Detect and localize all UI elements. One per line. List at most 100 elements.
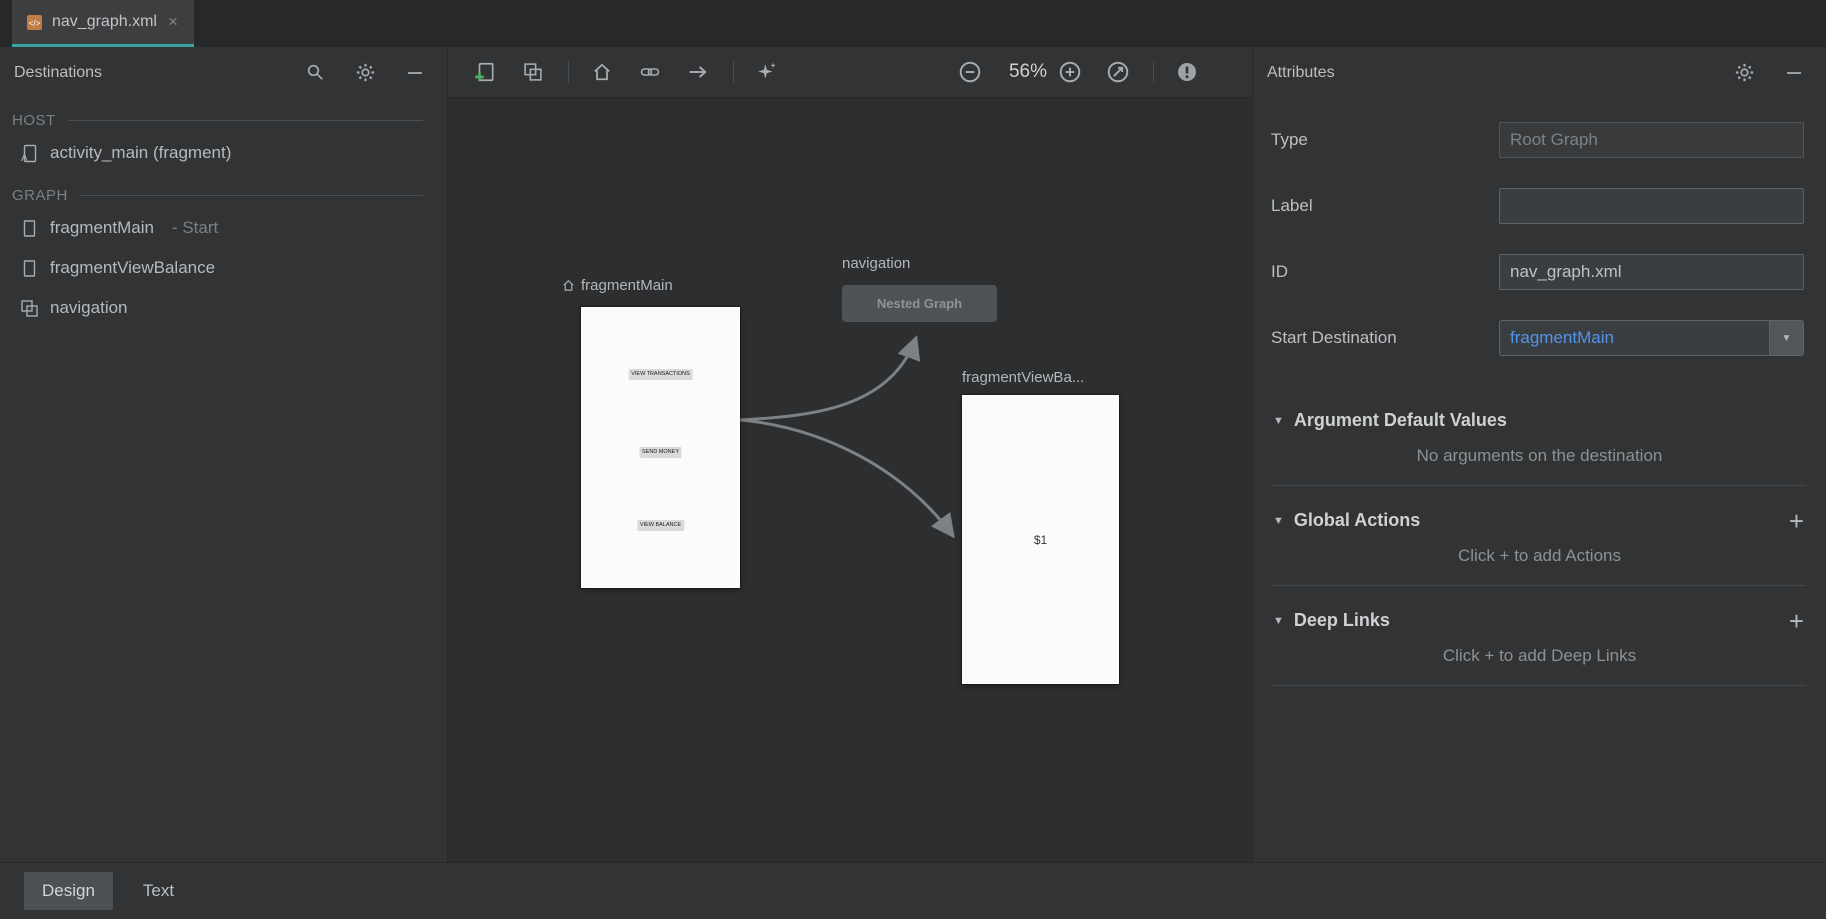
zoom-in-button[interactable] <box>1057 59 1083 85</box>
preview-button: SEND MONEY <box>639 447 682 458</box>
tree-item-activity-main[interactable]: A activity_main (fragment) <box>0 133 447 173</box>
divider <box>1273 485 1806 486</box>
attr-row-label: Label <box>1271 188 1804 224</box>
action-to-nested-graph <box>741 338 916 420</box>
collapse-icon[interactable]: ▼ <box>1273 615 1284 627</box>
attributes-settings-button[interactable] <box>1734 63 1754 83</box>
host-section-label: HOST <box>0 112 447 129</box>
action-to-fragment-view-balance <box>741 420 953 536</box>
node-fragment-main[interactable]: VIEW TRANSACTIONS SEND MONEY VIEW BALANC… <box>581 307 740 588</box>
activity-icon: A <box>20 144 39 163</box>
assign-start-button[interactable] <box>589 59 615 85</box>
start-destination-dropdown[interactable]: fragmentMain ▼ <box>1499 320 1804 356</box>
minimize-icon <box>1785 64 1803 82</box>
new-destination-icon <box>474 61 496 83</box>
deep-link-button[interactable] <box>637 59 663 85</box>
preview-button: VIEW TRANSACTIONS <box>628 369 693 380</box>
svg-text:</>: </> <box>29 19 41 28</box>
collapse-icon[interactable]: ▼ <box>1273 415 1284 427</box>
action-arrows[interactable] <box>448 98 1251 862</box>
preview-text: $1 <box>1034 533 1047 547</box>
global-actions-hint: Click + to add Actions <box>1253 546 1826 566</box>
svg-text:A: A <box>21 153 28 163</box>
node-label-fragment-main[interactable]: fragmentMain <box>562 277 673 294</box>
warnings-button[interactable] <box>1174 59 1200 85</box>
tree-item-navigation[interactable]: navigation <box>0 288 447 328</box>
node-fragment-view-balance[interactable]: $1 <box>962 395 1119 684</box>
destinations-header: Destinations <box>0 47 447 98</box>
start-suffix: - Start <box>172 218 218 238</box>
toolbar-divider <box>733 61 734 83</box>
id-field[interactable] <box>1499 254 1804 290</box>
nav-graph-canvas[interactable]: fragmentMain VIEW TRANSACTIONS SEND MONE… <box>448 98 1252 862</box>
home-icon <box>562 279 575 292</box>
node-label-fragment-view-balance[interactable]: fragmentViewBa... <box>962 369 1084 386</box>
search-button[interactable] <box>305 63 325 83</box>
editor-mode-bar: Design Text <box>0 862 1826 919</box>
type-field <box>1499 122 1804 158</box>
close-icon[interactable]: × <box>166 12 180 32</box>
tree-item-label: fragmentViewBalance <box>50 258 215 278</box>
zoom-in-icon <box>1058 60 1082 84</box>
nested-graph-icon <box>20 299 39 318</box>
section-argument-defaults[interactable]: ▼ Argument Default Values <box>1273 410 1804 431</box>
zoom-out-button[interactable] <box>957 59 983 85</box>
attributes-header: Attributes <box>1253 47 1826 98</box>
tree-item-label: activity_main (fragment) <box>50 143 231 163</box>
minimize-icon <box>406 64 424 82</box>
auto-arrange-button[interactable] <box>754 59 780 85</box>
zoom-to-fit-button[interactable] <box>1105 59 1131 85</box>
type-label: Type <box>1271 130 1499 150</box>
dropdown-button[interactable]: ▼ <box>1769 321 1803 355</box>
warning-icon <box>1176 61 1198 83</box>
home-icon <box>592 62 612 82</box>
divider <box>1273 685 1806 686</box>
android-studio-nav-editor: </> nav_graph.xml × Destinations <box>0 0 1826 919</box>
attr-row-type: Type <box>1271 122 1804 158</box>
panel-settings-button[interactable] <box>355 63 375 83</box>
start-destination-value: fragmentMain <box>1500 321 1769 355</box>
tab-title: nav_graph.xml <box>52 13 157 31</box>
node-label-navigation[interactable]: navigation <box>842 255 910 272</box>
new-destination-button[interactable] <box>472 59 498 85</box>
tab-nav-graph-xml[interactable]: </> nav_graph.xml × <box>12 0 194 47</box>
graph-section-label: GRAPH <box>0 187 447 204</box>
collapse-icon[interactable]: ▼ <box>1273 515 1284 527</box>
add-action-button[interactable] <box>685 59 711 85</box>
new-nested-graph-button[interactable] <box>520 59 546 85</box>
canvas-toolbar: 56% <box>448 47 1252 98</box>
nested-graph-icon <box>523 62 543 82</box>
divider <box>80 195 423 196</box>
hide-panel-button[interactable] <box>1784 63 1804 83</box>
add-deep-link-button[interactable]: + <box>1789 611 1804 631</box>
gear-icon <box>356 63 375 82</box>
destinations-panel: Destinations <box>0 47 448 862</box>
divider <box>68 120 423 121</box>
divider <box>1273 585 1806 586</box>
tree-item-label: fragmentMain <box>50 218 154 238</box>
action-arrow-icon <box>688 62 708 82</box>
tree-item-fragment-main[interactable]: fragmentMain - Start <box>0 208 447 248</box>
fragment-icon <box>20 259 39 278</box>
zoom-out-icon <box>958 60 982 84</box>
add-global-action-button[interactable]: + <box>1789 511 1804 531</box>
section-global-actions[interactable]: ▼ Global Actions + <box>1273 510 1804 531</box>
node-nested-graph[interactable]: Nested Graph <box>842 285 997 322</box>
zoom-level: 56% <box>1009 61 1047 83</box>
magic-wand-icon <box>756 61 778 83</box>
attributes-panel: Attributes <box>1252 47 1826 862</box>
fragment-icon <box>20 219 39 238</box>
hide-panel-button[interactable] <box>405 63 425 83</box>
tree-item-fragment-view-balance[interactable]: fragmentViewBalance <box>0 248 447 288</box>
argument-defaults-hint: No arguments on the destination <box>1253 446 1826 466</box>
tab-design[interactable]: Design <box>24 872 113 910</box>
label-field[interactable] <box>1499 188 1804 224</box>
search-icon <box>306 63 325 82</box>
attr-row-id: ID <box>1271 254 1804 290</box>
tab-text[interactable]: Text <box>125 872 192 910</box>
start-destination-label: Start Destination <box>1271 328 1499 348</box>
link-icon <box>640 62 660 82</box>
section-deep-links[interactable]: ▼ Deep Links + <box>1273 610 1804 631</box>
zoom-to-fit-icon <box>1106 60 1130 84</box>
id-label: ID <box>1271 262 1499 282</box>
